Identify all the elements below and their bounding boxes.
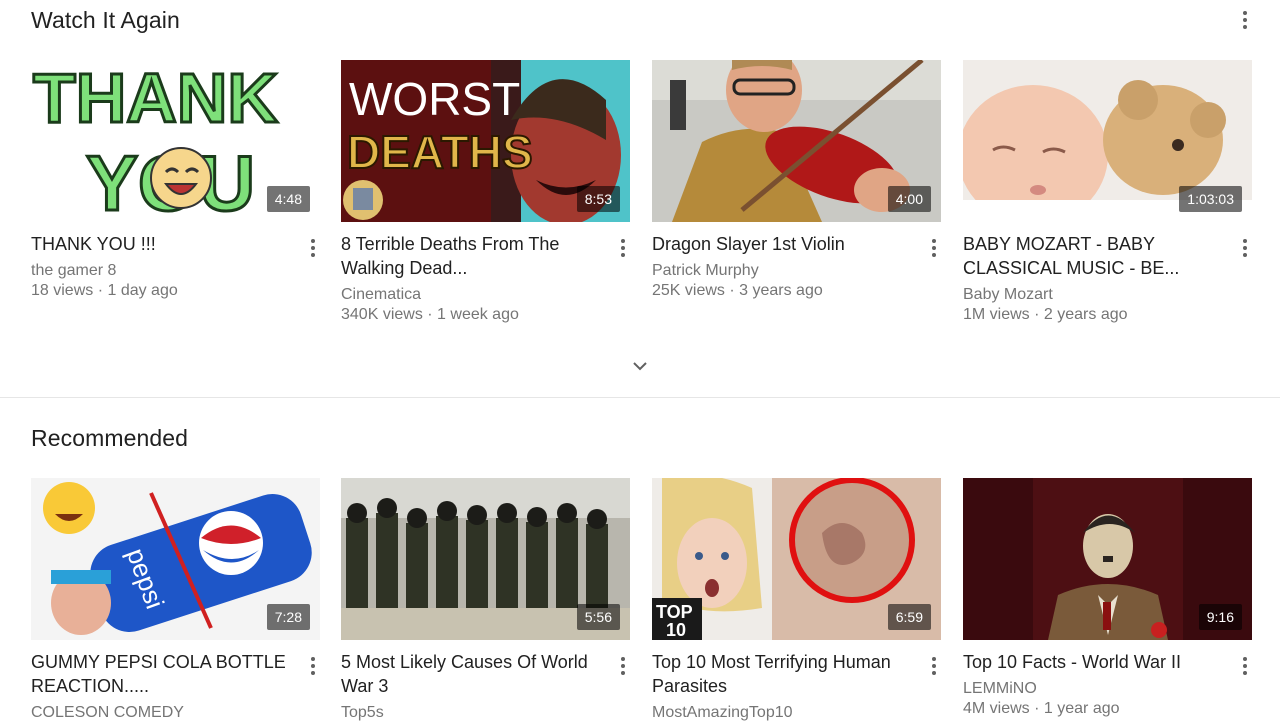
more-vert-icon[interactable] xyxy=(613,236,633,260)
video-title[interactable]: Top 10 Most Terrifying Human Parasites xyxy=(652,650,914,698)
video-thumbnail[interactable]: 9:16 xyxy=(963,478,1252,640)
video-stats: 340K views · 1 week ago xyxy=(341,306,519,323)
more-vert-icon[interactable] xyxy=(924,654,944,678)
duration-badge: 7:28 xyxy=(266,604,310,630)
channel-name[interactable]: LEMMiNO xyxy=(963,679,1233,699)
thumb-text: 10 xyxy=(666,620,686,640)
channel-name[interactable]: MostAmazingTop10 xyxy=(652,703,922,723)
section-more-icon[interactable] xyxy=(1235,8,1255,32)
channel-name[interactable]: Baby Mozart xyxy=(963,285,1233,305)
more-vert-icon[interactable] xyxy=(303,236,323,260)
more-vert-icon[interactable] xyxy=(1235,236,1255,260)
video-thumbnail[interactable]: pepsi 7:28 xyxy=(31,478,320,640)
video-title[interactable]: Top 10 Facts - World War II xyxy=(963,650,1225,674)
more-vert-icon[interactable] xyxy=(924,236,944,260)
video-title[interactable]: BABY MOZART - BABY CLASSICAL MUSIC - BE.… xyxy=(963,232,1225,280)
video-thumbnail[interactable]: 1:03:03 xyxy=(963,60,1252,222)
duration-badge: 6:59 xyxy=(887,604,931,630)
channel-name[interactable]: Cinematica xyxy=(341,285,611,305)
channel-name[interactable]: Top5s xyxy=(341,703,611,723)
video-thumbnail[interactable]: TOP 10 6:59 xyxy=(652,478,941,640)
channel-name[interactable]: COLESON COMEDY xyxy=(31,703,301,723)
duration-badge: 5:56 xyxy=(576,604,620,630)
thumb-text: WORST xyxy=(349,73,520,125)
thumb-text: THANK xyxy=(33,60,278,137)
video-stats: 25K views · 3 years ago xyxy=(652,282,823,299)
video-stats: 18 views · 1 day ago xyxy=(31,282,178,299)
video-thumbnail[interactable]: 5:56 xyxy=(341,478,630,640)
video-title[interactable]: THANK YOU !!! xyxy=(31,232,293,256)
video-thumbnail[interactable]: THANK YOU 4:48 xyxy=(31,60,320,222)
duration-badge: 9:16 xyxy=(1198,604,1242,630)
channel-name[interactable]: Patrick Murphy xyxy=(652,261,922,281)
video-thumbnail[interactable]: WORST DEATHS 8:53 xyxy=(341,60,630,222)
duration-badge: 8:53 xyxy=(576,186,620,212)
more-vert-icon[interactable] xyxy=(1235,654,1255,678)
watch-it-again-section: Watch It Again THANK YOU 4:48 THANK YOU … xyxy=(0,0,1280,398)
more-vert-icon[interactable] xyxy=(303,654,323,678)
duration-badge: 4:00 xyxy=(887,186,931,212)
video-stats: 1M views · 2 years ago xyxy=(963,306,1128,323)
duration-badge: 4:48 xyxy=(266,186,310,212)
section-title-recommended: Recommended xyxy=(31,425,189,451)
thumb-text: DEATHS xyxy=(347,126,533,178)
recommended-section: Recommended pepsi 7:28 GUMMY PEPSI COLA … xyxy=(0,398,1280,723)
video-title[interactable]: Dragon Slayer 1st Violin xyxy=(652,232,914,256)
section-title-watch-it-again: Watch It Again xyxy=(31,7,180,33)
video-stats: 4M views · 1 year ago xyxy=(963,700,1120,717)
channel-name[interactable]: the gamer 8 xyxy=(31,261,301,281)
chevron-down-icon[interactable] xyxy=(630,358,650,374)
video-thumbnail[interactable]: 4:00 xyxy=(652,60,941,222)
duration-badge: 1:03:03 xyxy=(1179,186,1242,212)
video-title[interactable]: 8 Terrible Deaths From The Walking Dead.… xyxy=(341,232,603,280)
video-title[interactable]: GUMMY PEPSI COLA BOTTLE REACTION..... xyxy=(31,650,293,698)
more-vert-icon[interactable] xyxy=(613,654,633,678)
video-title[interactable]: 5 Most Likely Causes Of World War 3 xyxy=(341,650,603,698)
thumb-text: TOP xyxy=(656,602,693,622)
